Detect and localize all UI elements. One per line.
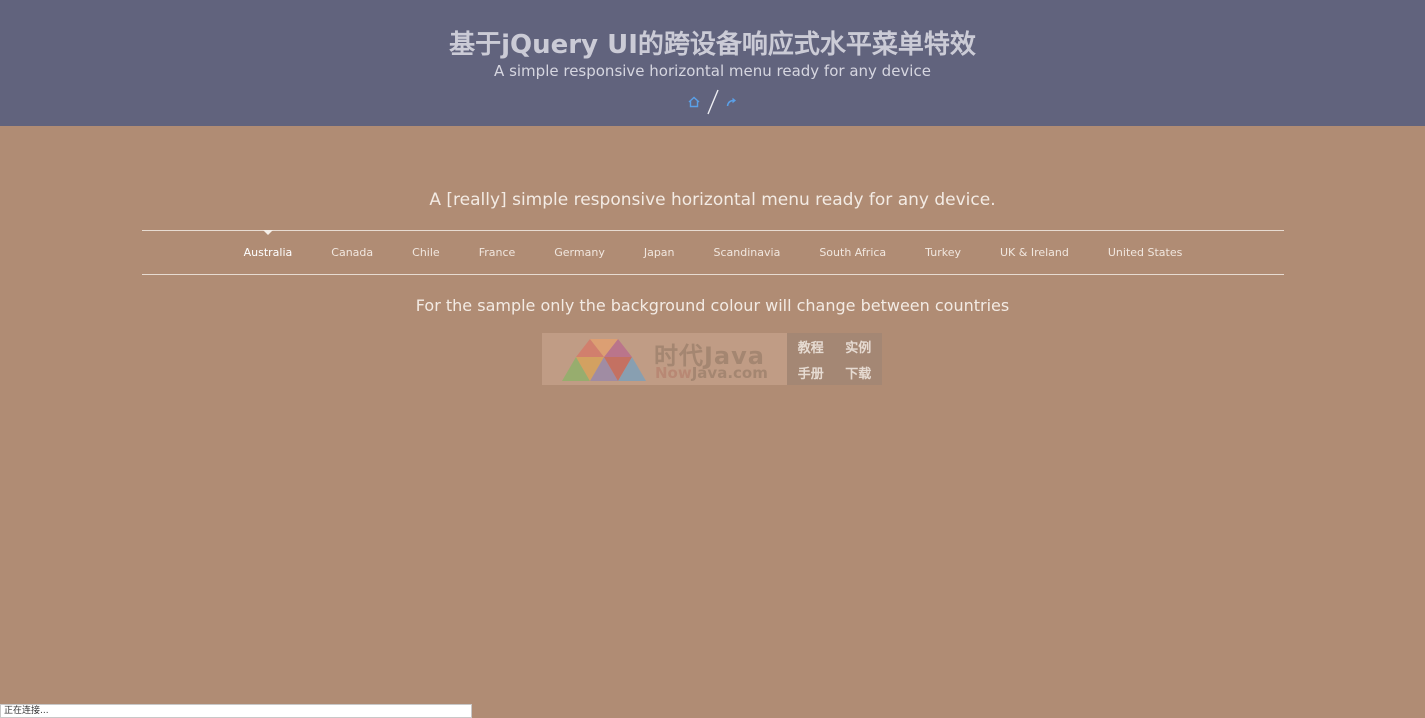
separator-slash bbox=[706, 89, 720, 115]
page: 基于jQuery UI的跨设备响应式水平菜单特效 A simple respon… bbox=[0, 0, 1425, 718]
banner-tag: 教程 bbox=[797, 340, 824, 356]
menu-item-scandinavia[interactable]: Scandinavia bbox=[694, 231, 800, 274]
menu-item-australia[interactable]: Australia bbox=[224, 230, 312, 274]
page-title: 基于jQuery UI的跨设备响应式水平菜单特效 bbox=[449, 30, 976, 60]
menu-item-turkey[interactable]: Turkey bbox=[906, 231, 981, 274]
menu-item-south-africa[interactable]: South Africa bbox=[800, 231, 906, 274]
banner-tags: 教程 实例 手册 下载 bbox=[787, 333, 882, 385]
menu-tagline: A [really] simple responsive horizontal … bbox=[429, 190, 996, 210]
nowjava-banner[interactable]: 时代Java NowJava.com 教程 实例 手册 下载 bbox=[542, 333, 882, 385]
menu-item-germany[interactable]: Germany bbox=[535, 231, 625, 274]
country-menu-list: Australia Canada Chile France Germany Japan Sc… bbox=[142, 230, 1284, 274]
menu-item-canada[interactable]: Canada bbox=[312, 231, 393, 274]
site-header: 基于jQuery UI的跨设备响应式水平菜单特效 A simple respon… bbox=[0, 0, 1425, 126]
home-link[interactable] bbox=[686, 94, 702, 110]
home-icon bbox=[688, 96, 699, 108]
triangle-logo-icon bbox=[562, 339, 646, 381]
header-links bbox=[0, 88, 1425, 116]
sample-note: For the sample only the background colou… bbox=[415, 296, 1010, 315]
banner-tag: 下载 bbox=[845, 366, 872, 382]
menu-item-uk-ireland[interactable]: UK & Ireland bbox=[980, 231, 1088, 274]
page-subtitle: A simple responsive horizontal menu read… bbox=[494, 62, 931, 80]
menu-item-chile[interactable]: Chile bbox=[393, 231, 460, 274]
browser-status-bar: 正在连接... bbox=[0, 704, 472, 718]
share-arrow-icon bbox=[726, 97, 736, 107]
banner-domain: NowJava.com bbox=[655, 364, 768, 382]
menu-item-united-states[interactable]: United States bbox=[1088, 231, 1202, 274]
banner-tag: 实例 bbox=[845, 340, 872, 356]
country-menu: Australia Canada Chile France Germany Japan Sc… bbox=[142, 230, 1284, 275]
banner-brand: 时代Java NowJava.com bbox=[542, 333, 787, 385]
banner-tag: 手册 bbox=[797, 366, 824, 382]
menu-item-japan[interactable]: Japan bbox=[624, 231, 694, 274]
share-link[interactable] bbox=[724, 94, 740, 110]
menu-item-france[interactable]: France bbox=[459, 231, 535, 274]
